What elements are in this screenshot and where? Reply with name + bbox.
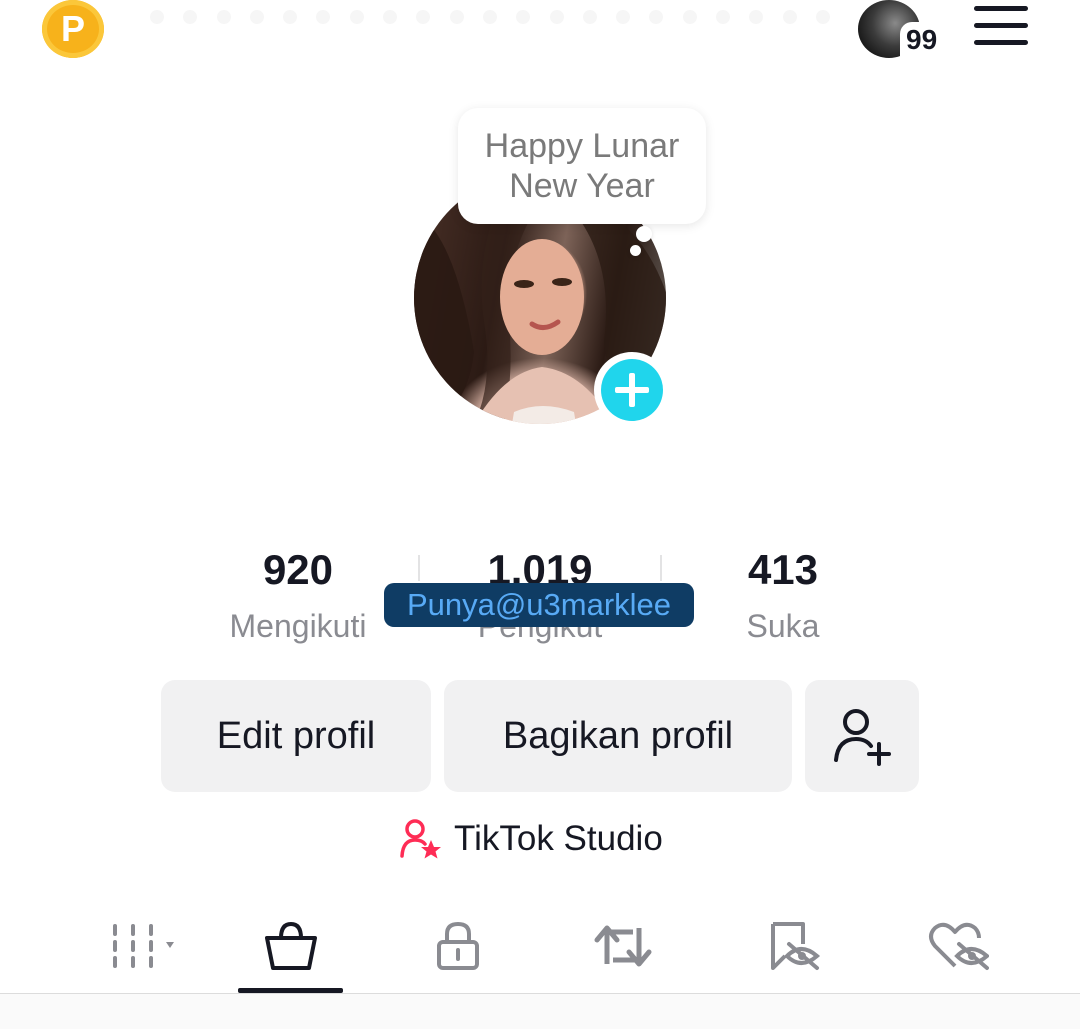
coin-letter: P [60, 8, 85, 49]
note-text-line1: Happy Lunar [484, 127, 680, 165]
watermark-overlay: Punya@u3marklee [384, 583, 694, 627]
profile-screen: P 99 Happy Lunar New Year 920 Mengikuti … [0, 0, 1080, 1029]
video-grid-icon [113, 924, 174, 968]
profile-tabs [0, 898, 1080, 994]
following-count: 920 [262, 546, 334, 593]
shopping-bag-icon [264, 921, 317, 970]
following-label: Mengikuti [229, 608, 367, 644]
hidden-bookmark-icon [770, 922, 820, 970]
add-friend-icon [834, 709, 891, 766]
share-profile-label: Bagikan profil [502, 714, 734, 757]
coin-badge-icon[interactable]: P [42, 0, 104, 58]
plus-icon [601, 359, 663, 421]
stat-divider [418, 555, 420, 581]
share-profile-button[interactable]: Bagikan profil [444, 680, 792, 792]
notification-count-badge: 99 [900, 22, 942, 56]
add-avatar-button[interactable] [594, 352, 670, 428]
tab-favorites[interactable] [740, 898, 845, 994]
note-text-line2: New Year [509, 167, 655, 205]
note-bubble-dot [636, 226, 652, 242]
tiktok-studio-link[interactable]: TikTok Studio [400, 812, 663, 866]
likes-count: 413 [747, 546, 819, 593]
hidden-heart-icon [928, 922, 989, 970]
note-bubble-dot-small [630, 245, 641, 256]
likes-label: Suka [746, 608, 820, 644]
tab-reposts[interactable] [570, 898, 675, 994]
edit-profile-label: Edit profil [216, 714, 376, 757]
hamburger-menu-icon[interactable] [974, 6, 1028, 46]
profile-note-bubble[interactable]: Happy Lunar New Year [458, 108, 706, 224]
tab-liked[interactable] [905, 898, 1010, 994]
content-area-top [0, 994, 1080, 1029]
repost-icon [594, 925, 651, 967]
tiktok-studio-label: TikTok Studio [454, 819, 663, 858]
add-friend-button[interactable] [805, 680, 919, 792]
creator-star-icon [400, 819, 441, 859]
lock-icon [436, 921, 479, 970]
tab-videos[interactable] [80, 898, 190, 994]
top-decoration [150, 10, 830, 26]
tab-shop[interactable] [238, 898, 343, 994]
stat-likes[interactable]: 413 Suka [663, 540, 903, 652]
stat-following[interactable]: 920 Mengikuti [178, 540, 418, 652]
edit-profile-button[interactable]: Edit profil [161, 680, 431, 792]
stat-divider [660, 555, 662, 581]
tab-private[interactable] [405, 898, 510, 994]
